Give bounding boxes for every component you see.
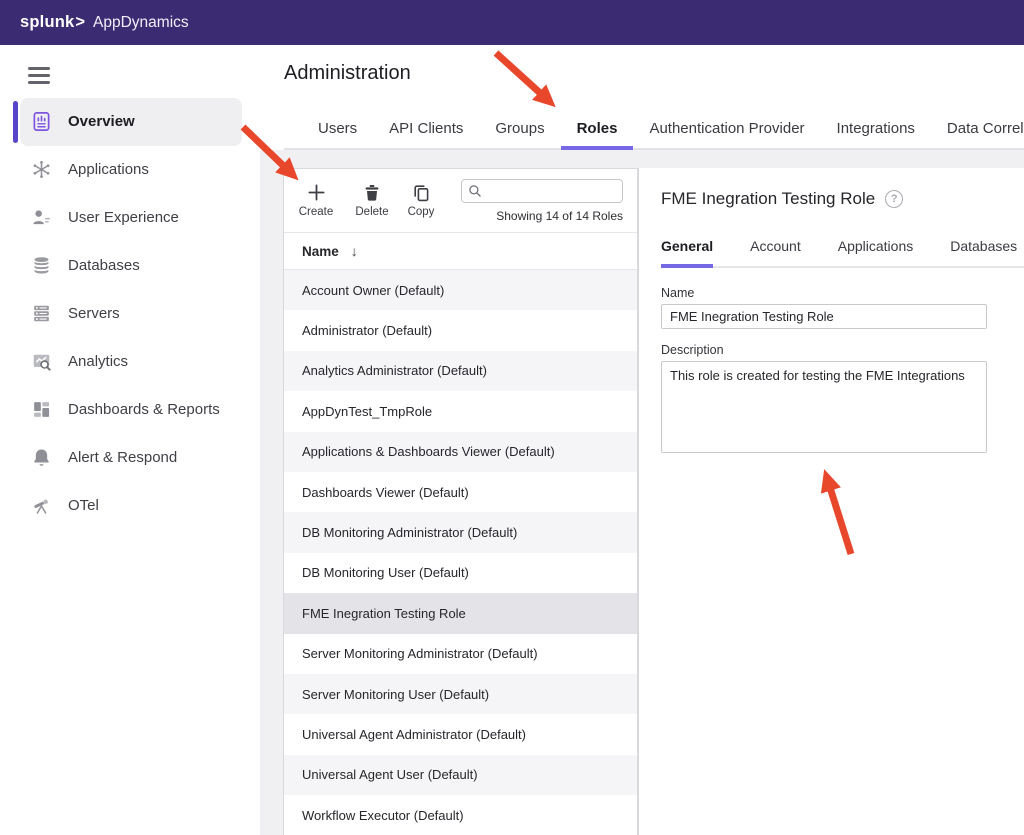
plus-icon: [293, 177, 339, 203]
name-column-label: Name: [302, 244, 339, 259]
roles-list-panel: Create Delete Copy Showing 14 of 14: [283, 168, 638, 835]
tab-applications[interactable]: Applications: [838, 228, 914, 268]
create-button-label: Create: [299, 206, 334, 218]
name-column-header[interactable]: Name ↓: [284, 233, 637, 270]
admin-header: Administration Users API Clients Groups …: [260, 45, 1024, 150]
sidebar-item-overview[interactable]: Overview: [20, 98, 242, 146]
copy-button-label: Copy: [408, 206, 435, 218]
databases-icon: [30, 255, 52, 277]
tab-databases[interactable]: Databases: [950, 228, 1017, 268]
role-row[interactable]: Analytics Administrator (Default): [284, 351, 637, 391]
role-row[interactable]: Universal Agent Administrator (Default): [284, 714, 637, 754]
splunk-logo: splunk: [20, 13, 74, 32]
splunk-caret: >: [75, 13, 85, 32]
page-title: Administration: [284, 62, 411, 85]
active-indicator: [13, 101, 18, 143]
name-field-label: Name: [661, 286, 987, 300]
tab-groups[interactable]: Groups: [479, 111, 560, 150]
user-experience-icon: [30, 207, 52, 229]
tab-integrations[interactable]: Integrations: [821, 111, 931, 150]
role-general-form: Name Description This role is created fo…: [661, 286, 987, 458]
tab-roles[interactable]: Roles: [561, 111, 634, 150]
sidebar-item-analytics[interactable]: Analytics: [0, 338, 260, 386]
sidebar-item-otel[interactable]: OTel: [0, 482, 260, 530]
delete-button[interactable]: Delete: [349, 177, 395, 218]
servers-icon: [30, 303, 52, 325]
role-name-input[interactable]: [661, 304, 987, 329]
sidebar-item-servers[interactable]: Servers: [0, 290, 260, 338]
delete-button-label: Delete: [355, 206, 388, 218]
role-row[interactable]: Server Monitoring User (Default): [284, 674, 637, 714]
sidebar-item-user-experience[interactable]: User Experience: [0, 194, 260, 242]
menu-toggle-icon[interactable]: [28, 67, 50, 84]
admin-tabs: Users API Clients Groups Roles Authentic…: [284, 111, 1024, 150]
tab-account[interactable]: Account: [750, 228, 801, 268]
copy-button[interactable]: Copy: [398, 177, 444, 218]
sidebar-item-label: Alert & Respond: [68, 449, 177, 466]
app-window: splunk> AppDynamics Overview Application…: [0, 0, 1024, 835]
role-row[interactable]: DB Monitoring User (Default): [284, 553, 637, 593]
help-icon[interactable]: ?: [885, 190, 903, 208]
tab-users[interactable]: Users: [302, 111, 373, 150]
topbar: splunk> AppDynamics: [0, 0, 1024, 45]
role-detail-tabs: General Account Applications Databases: [661, 228, 1024, 268]
tab-authentication-provider[interactable]: Authentication Provider: [633, 111, 820, 150]
sidebar-item-applications[interactable]: Applications: [0, 146, 260, 194]
role-row[interactable]: AppDynTest_TmpRole: [284, 391, 637, 431]
role-row[interactable]: DB Monitoring Administrator (Default): [284, 512, 637, 552]
sidebar-item-label: Analytics: [68, 353, 128, 370]
trash-icon: [349, 177, 395, 203]
result-count: Showing 14 of 14 Roles: [461, 209, 623, 223]
dashboards-icon: [30, 399, 52, 421]
sidebar: Overview Applications User Experience Da…: [0, 45, 260, 835]
sidebar-item-databases[interactable]: Databases: [0, 242, 260, 290]
role-detail-panel: FME Inegration Testing Role ? General Ac…: [638, 168, 1024, 835]
sidebar-item-label: Applications: [68, 161, 149, 178]
bell-icon: [30, 447, 52, 469]
tab-api-clients[interactable]: API Clients: [373, 111, 479, 150]
applications-icon: [30, 159, 52, 181]
role-row[interactable]: Server Monitoring Administrator (Default…: [284, 634, 637, 674]
role-row[interactable]: Applications & Dashboards Viewer (Defaul…: [284, 432, 637, 472]
sort-descending-icon: ↓: [351, 243, 358, 259]
search-icon: [467, 183, 483, 199]
analytics-icon: [30, 351, 52, 373]
sidebar-item-label: User Experience: [68, 209, 179, 226]
sidebar-item-label: OTel: [68, 497, 99, 514]
role-row[interactable]: Workflow Executor (Default): [284, 795, 637, 835]
sidebar-item-dashboards-reports[interactable]: Dashboards & Reports: [0, 386, 260, 434]
roles-toolbar: Create Delete Copy Showing 14 of 14: [284, 169, 637, 233]
search-input[interactable]: [483, 184, 617, 198]
tab-data-correlation[interactable]: Data Correlation: [931, 111, 1024, 150]
copy-icon: [398, 177, 444, 203]
description-field-label: Description: [661, 343, 987, 357]
role-description-textarea[interactable]: This role is created for testing the FME…: [661, 361, 987, 453]
role-row-selected[interactable]: FME Inegration Testing Role: [284, 593, 637, 633]
sidebar-item-label: Overview: [68, 113, 135, 130]
roles-list: Account Owner (Default) Administrator (D…: [284, 270, 637, 835]
search-box[interactable]: [461, 179, 623, 203]
overview-icon: [30, 111, 52, 133]
role-row[interactable]: Universal Agent User (Default): [284, 755, 637, 795]
role-row[interactable]: Administrator (Default): [284, 310, 637, 350]
sidebar-item-label: Databases: [68, 257, 140, 274]
product-name: AppDynamics: [93, 14, 189, 32]
sidebar-item-alert-respond[interactable]: Alert & Respond: [0, 434, 260, 482]
tab-general[interactable]: General: [661, 228, 713, 268]
search-area: Showing 14 of 14 Roles: [461, 179, 623, 223]
role-detail-title: FME Inegration Testing Role: [661, 189, 875, 209]
sidebar-item-label: Dashboards & Reports: [68, 401, 220, 418]
telescope-icon: [30, 495, 52, 517]
role-row[interactable]: Dashboards Viewer (Default): [284, 472, 637, 512]
create-button[interactable]: Create: [293, 177, 339, 218]
sidebar-item-label: Servers: [68, 305, 120, 322]
role-row[interactable]: Account Owner (Default): [284, 270, 637, 310]
